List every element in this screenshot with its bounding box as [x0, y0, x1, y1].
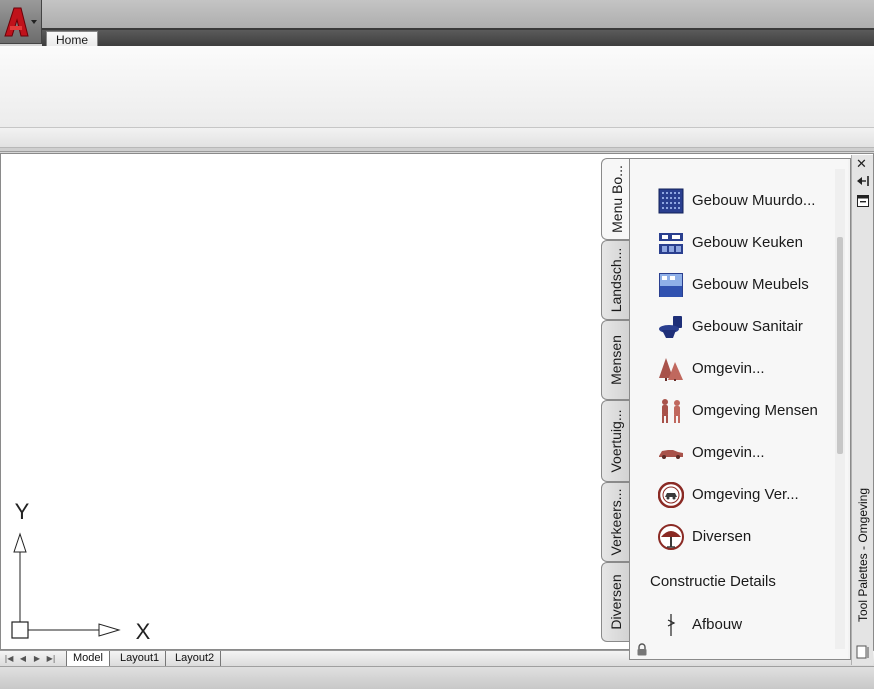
tool-label: Omgeving Ver...	[692, 486, 799, 503]
tool-omgeving-verkeer[interactable]: Omgeving Ver...	[658, 477, 838, 513]
palette-title: Tool Palettes - Omgeving	[856, 487, 870, 623]
tab-diversen[interactable]: Diversen	[601, 562, 630, 642]
autocad-window: Home Y X |◀ ◀ ▶ ▶| Model Layout1 Layout2…	[0, 0, 874, 689]
tab-verkeers[interactable]: Verkeers...	[601, 482, 630, 562]
tool-gebouw-meubels[interactable]: Gebouw Meubels	[658, 267, 838, 303]
tab-layout1[interactable]: Layout1	[114, 651, 167, 666]
tab-label: Diversen	[608, 574, 624, 630]
tab-label: Mensen	[608, 335, 624, 385]
palette-options-icon[interactable]	[856, 645, 870, 659]
wall-panel-icon	[658, 188, 684, 214]
tab-voertuigen[interactable]: Voertuig...	[601, 400, 630, 482]
tool-diversen[interactable]: Diversen	[658, 519, 838, 555]
tab-mensen[interactable]: Mensen	[601, 320, 630, 400]
chevron-down-icon	[31, 20, 37, 24]
tool-omgeving-mensen[interactable]: Omgeving Mensen	[658, 393, 838, 429]
ribbon-tab-strip: Home	[42, 30, 874, 48]
section-constructie-details: Constructie Details	[650, 573, 776, 590]
tab-model[interactable]: Model	[66, 651, 110, 666]
tool-label: Gebouw Meubels	[692, 276, 809, 293]
car-icon	[659, 450, 683, 459]
palette-title-bar[interactable]: ✕ Tool Palettes - Omgeving	[851, 155, 873, 665]
toilet-icon	[659, 316, 682, 338]
application-menu-button[interactable]	[0, 0, 42, 44]
detail-line-icon	[667, 614, 676, 636]
last-layout-button[interactable]: ▶|	[46, 653, 56, 664]
tool-afbouw[interactable]: Afbouw	[658, 607, 838, 643]
tool-gebouw-keuken[interactable]: Gebouw Keuken	[658, 225, 838, 261]
ucs-y-label: Y	[15, 499, 30, 524]
tool-label: Gebouw Muurdo...	[692, 192, 816, 209]
tool-omgeving-voertuigen[interactable]: Omgevin...	[658, 435, 838, 471]
ribbon-footer	[0, 128, 874, 148]
traffic-sign-icon	[658, 482, 684, 508]
tool-label: Diversen	[692, 528, 752, 545]
tool-label: Omgeving Mensen	[692, 402, 818, 419]
tool-label: Gebouw Keuken	[692, 234, 803, 251]
palette-content: Gebouw Muurdo... Gebouw Keuken Gebouw Me…	[629, 158, 851, 660]
title-bar	[0, 0, 874, 30]
lock-icon[interactable]	[636, 643, 648, 656]
tab-layout2[interactable]: Layout2	[169, 651, 222, 666]
palette-scroll-thumb[interactable]	[837, 237, 843, 454]
next-layout-button[interactable]: ▶	[32, 653, 42, 664]
ribbon-panel	[0, 46, 874, 128]
tool-label: Omgevin...	[692, 360, 765, 377]
first-layout-button[interactable]: |◀	[4, 653, 14, 664]
divider	[0, 148, 874, 152]
tool-gebouw-sanitair[interactable]: Gebouw Sanitair	[658, 309, 838, 345]
palette-tool-list: Gebouw Muurdo... Gebouw Keuken Gebouw Me…	[629, 159, 848, 659]
tool-label: Omgevin...	[692, 444, 765, 461]
tool-gebouw-muurdo[interactable]: Gebouw Muurdo...	[658, 183, 838, 219]
status-bar	[0, 666, 874, 689]
tab-label: Verkeers...	[608, 488, 624, 556]
auto-hide-icon[interactable]	[856, 175, 870, 187]
tab-menu-bo[interactable]: Menu Bo...	[601, 158, 631, 240]
tool-label: Afbouw	[692, 616, 743, 633]
umbrella-icon	[658, 524, 684, 550]
tool-label: Gebouw Sanitair	[692, 318, 803, 335]
prev-layout-button[interactable]: ◀	[18, 653, 28, 664]
trees-icon	[659, 358, 683, 381]
tool-palette: Menu Bo... Landsch... Mensen Voertuig...…	[601, 155, 873, 665]
tab-label: Landsch...	[608, 247, 624, 313]
properties-icon[interactable]	[857, 195, 869, 207]
tool-omgeving-landschap[interactable]: Omgevin...	[658, 351, 838, 387]
close-icon[interactable]: ✕	[856, 157, 867, 172]
ucs-icon: Y X	[11, 499, 151, 644]
kitchen-icon	[659, 233, 683, 254]
autocad-logo-icon	[4, 7, 29, 37]
tab-label: Menu Bo...	[608, 165, 625, 233]
people-icon	[662, 399, 680, 423]
ucs-x-label: X	[136, 619, 151, 644]
furniture-icon	[659, 273, 683, 297]
tab-landschap[interactable]: Landsch...	[601, 240, 630, 320]
tab-label: Voertuig...	[608, 409, 624, 473]
